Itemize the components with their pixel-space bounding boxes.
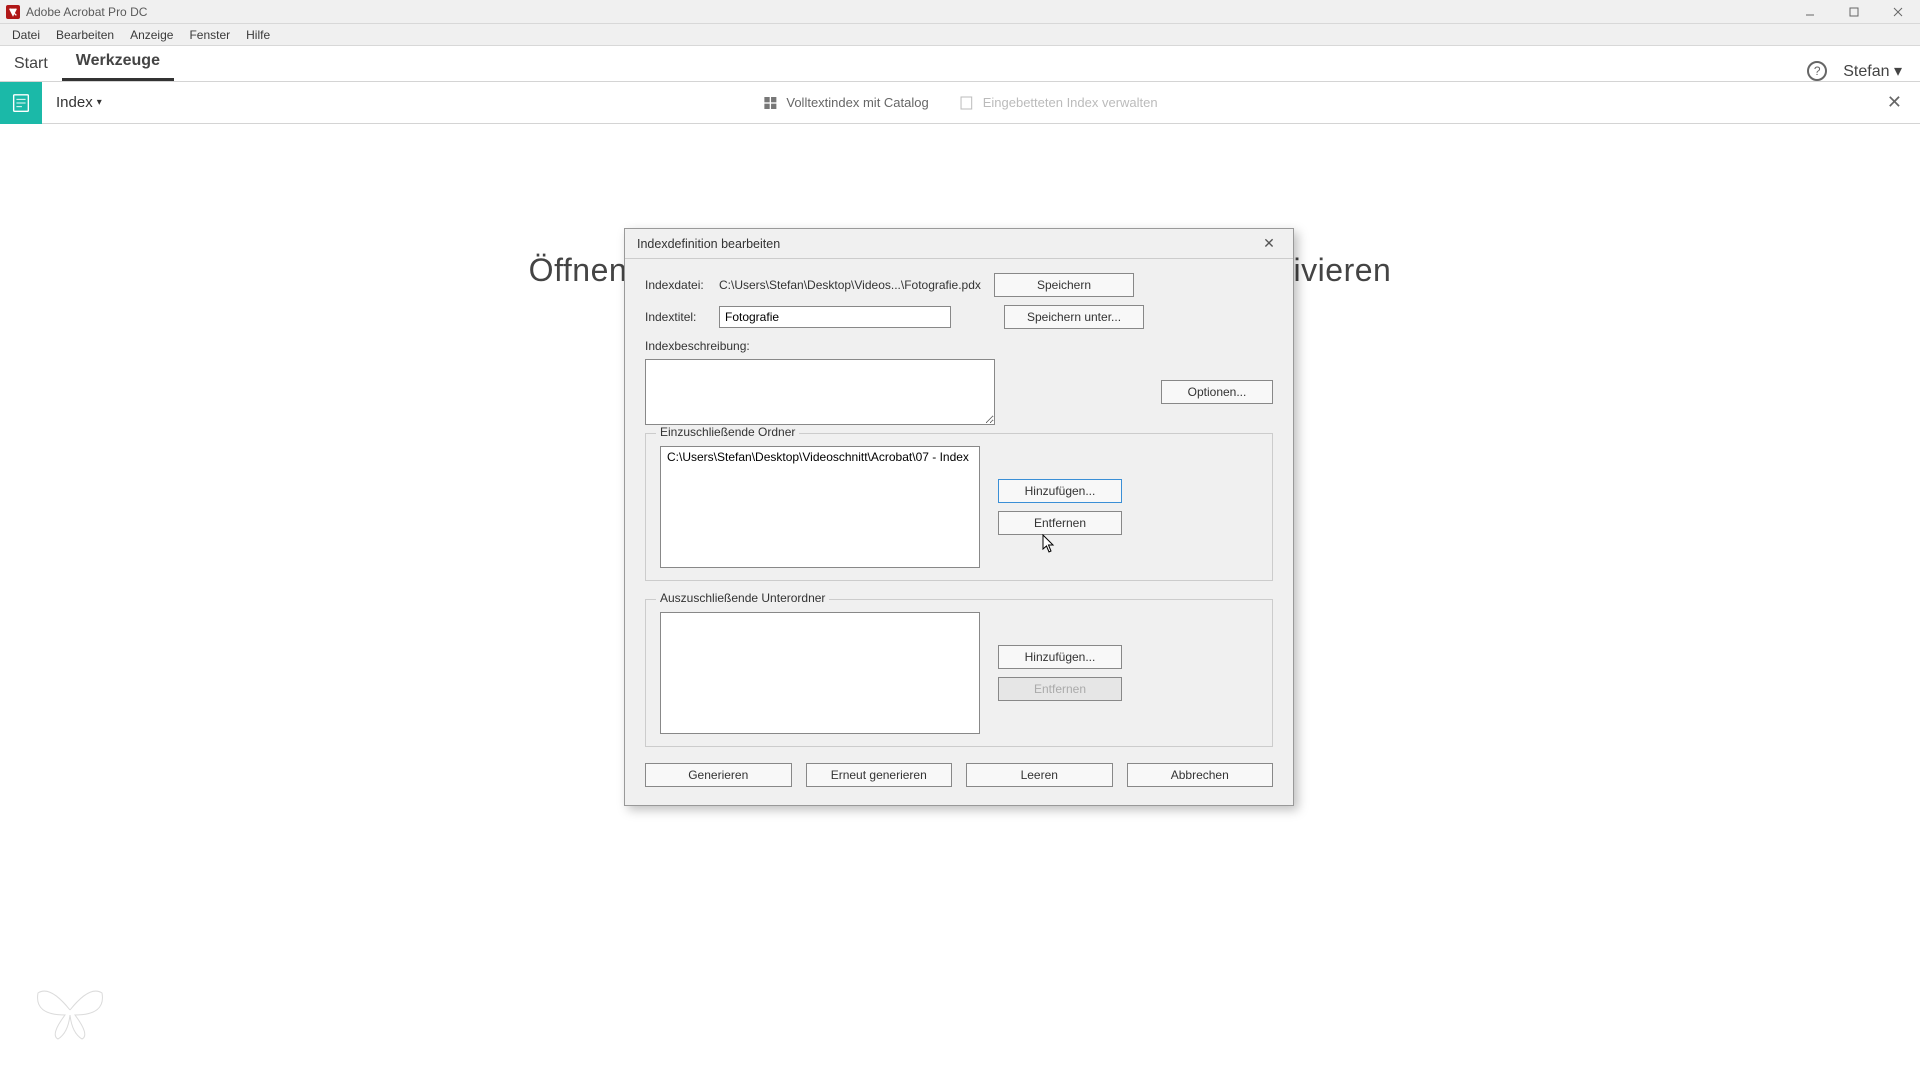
app-icon (6, 5, 20, 19)
cancel-button[interactable]: Abbrechen (1127, 763, 1274, 787)
include-folders-group: Einzuschließende Ordner C:\Users\Stefan\… (645, 433, 1273, 581)
clear-button[interactable]: Leeren (966, 763, 1113, 787)
minimize-button[interactable] (1788, 0, 1832, 24)
include-remove-button[interactable]: Entfernen (998, 511, 1122, 535)
toolbar-fulltext-catalog[interactable]: Volltextindex mit Catalog (762, 95, 928, 111)
indexdatei-value: C:\Users\Stefan\Desktop\Videos...\Fotogr… (719, 278, 984, 292)
help-icon[interactable]: ? (1807, 61, 1827, 81)
chevron-down-icon: ▾ (97, 97, 102, 108)
dialog-title: Indexdefinition bearbeiten (637, 237, 1257, 251)
exclude-add-button[interactable]: Hinzufügen... (998, 645, 1122, 669)
include-add-button[interactable]: Hinzufügen... (998, 479, 1122, 503)
indextitel-input[interactable] (719, 306, 951, 328)
indextitel-label: Indextitel: (645, 310, 709, 324)
close-button[interactable] (1876, 0, 1920, 24)
menu-fenster[interactable]: Fenster (181, 28, 238, 42)
options-button[interactable]: Optionen... (1161, 380, 1273, 404)
edit-index-dialog: Indexdefinition bearbeiten ✕ Indexdatei:… (624, 228, 1294, 806)
menu-anzeige[interactable]: Anzeige (122, 28, 181, 42)
tool-subbar: Index▾ Volltextindex mit Catalog Eingebe… (0, 82, 1920, 124)
close-tool-button[interactable]: ✕ (1887, 92, 1920, 113)
indexdatei-label: Indexdatei: (645, 278, 709, 292)
indexbeschreibung-input[interactable] (645, 359, 995, 425)
menubar: Datei Bearbeiten Anzeige Fenster Hilfe (0, 24, 1920, 46)
user-menu[interactable]: Stefan ▾ (1843, 61, 1902, 81)
butterfly-watermark (30, 975, 110, 1050)
dialog-close-button[interactable]: ✕ (1257, 235, 1281, 252)
maximize-button[interactable] (1832, 0, 1876, 24)
exclude-folders-list[interactable] (660, 612, 980, 734)
tab-start[interactable]: Start (0, 47, 62, 81)
tool-dropdown[interactable]: Index▾ (42, 94, 102, 111)
tool-icon[interactable] (0, 82, 42, 124)
tabbar: Start Werkzeuge ? Stefan ▾ (0, 46, 1920, 82)
indexbeschreibung-label: Indexbeschreibung: (645, 339, 1273, 353)
exclude-remove-button: Entfernen (998, 677, 1122, 701)
save-as-button[interactable]: Speichern unter... (1004, 305, 1144, 329)
window-titlebar: Adobe Acrobat Pro DC (0, 0, 1920, 24)
regenerate-button[interactable]: Erneut generieren (806, 763, 953, 787)
menu-bearbeiten[interactable]: Bearbeiten (48, 28, 122, 42)
save-button[interactable]: Speichern (994, 273, 1134, 297)
generate-button[interactable]: Generieren (645, 763, 792, 787)
window-title: Adobe Acrobat Pro DC (26, 5, 1788, 19)
exclude-folders-group: Auszuschließende Unterordner Hinzufügen.… (645, 599, 1273, 747)
menu-datei[interactable]: Datei (4, 28, 48, 42)
list-item[interactable]: C:\Users\Stefan\Desktop\Videoschnitt\Acr… (665, 449, 975, 465)
menu-hilfe[interactable]: Hilfe (238, 28, 278, 42)
toolbar-embedded-index: Eingebetteten Index verwalten (959, 95, 1158, 111)
tab-tools[interactable]: Werkzeuge (62, 44, 174, 81)
include-folders-list[interactable]: C:\Users\Stefan\Desktop\Videoschnitt\Acr… (660, 446, 980, 568)
